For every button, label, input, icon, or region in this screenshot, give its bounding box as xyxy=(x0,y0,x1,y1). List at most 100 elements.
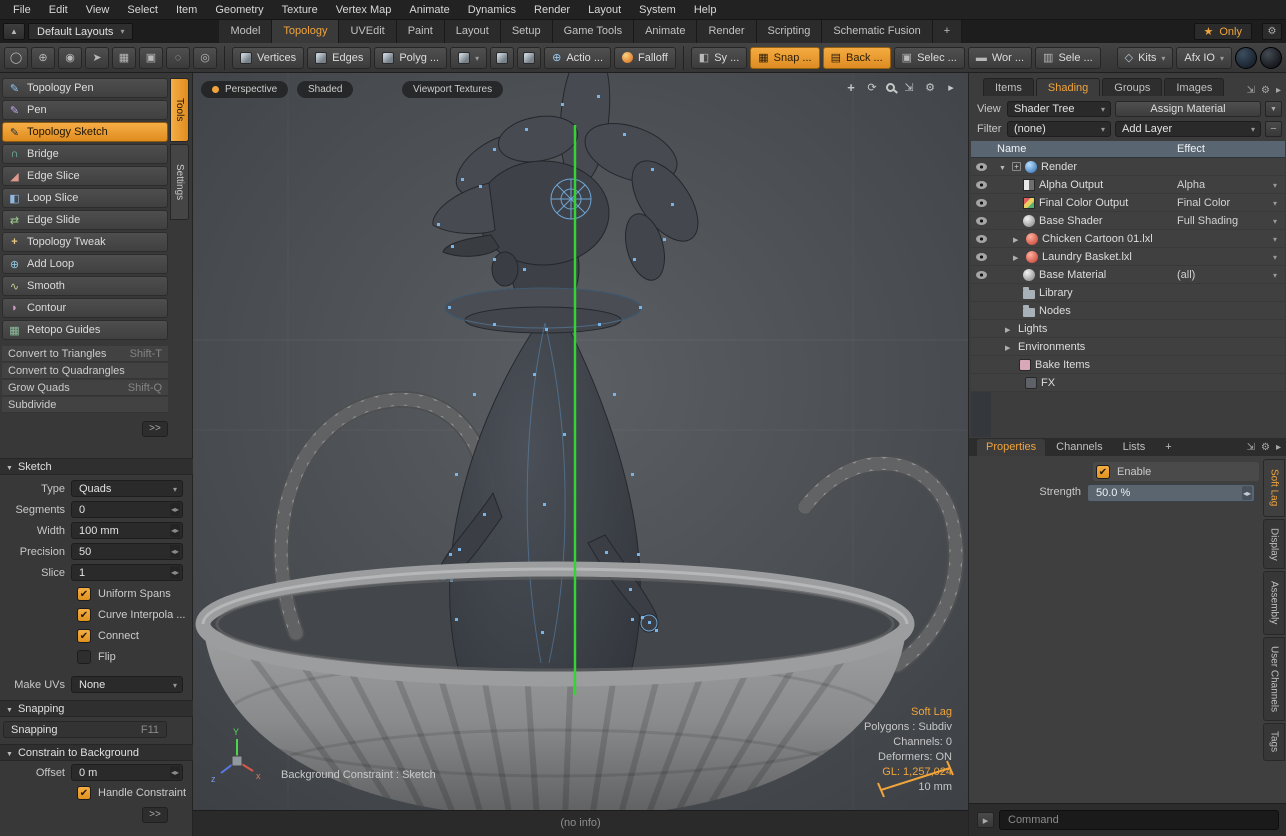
table-row-base-material[interactable]: Base Material (all) xyxy=(971,266,1285,284)
table-row-final-color-output[interactable]: Final Color Output Final Color xyxy=(971,194,1285,212)
selection-sets-button[interactable]: Sele ... xyxy=(1035,47,1101,69)
table-row-lights[interactable]: Lights xyxy=(971,320,1285,338)
panel-gear-icon[interactable] xyxy=(1261,442,1270,453)
vertices-mode-button[interactable]: Vertices xyxy=(232,47,304,69)
tab-add[interactable]: + xyxy=(1156,439,1180,456)
polygons-mode-button[interactable]: Polyg ... xyxy=(374,47,447,69)
menu-layout[interactable]: Layout xyxy=(579,4,630,16)
assign-material-button[interactable]: Assign Material xyxy=(1115,101,1261,117)
tab-schematic-fusion[interactable]: Schematic Fusion xyxy=(822,20,932,43)
pan-icon[interactable] xyxy=(844,80,858,95)
effect-dropdown-icon[interactable] xyxy=(1273,233,1277,245)
slice-stepper[interactable]: 1 xyxy=(71,564,183,581)
afx-io-button[interactable]: Afx IO xyxy=(1176,47,1232,69)
action-center-button[interactable]: Actio ... xyxy=(544,47,611,69)
tab-properties[interactable]: Properties xyxy=(977,439,1045,456)
tab-setup[interactable]: Setup xyxy=(501,20,553,43)
tab-add-layout[interactable]: + xyxy=(933,20,962,43)
tab-paint[interactable]: Paint xyxy=(397,20,445,43)
tool-topology-sketch[interactable]: Topology Sketch xyxy=(2,122,168,142)
viewport-textures-dropdown[interactable]: Viewport Textures xyxy=(402,81,503,98)
snapping-section-header[interactable]: Snapping xyxy=(0,700,193,717)
tab-groups[interactable]: Groups xyxy=(1102,78,1162,96)
viewport-menu-icon[interactable] xyxy=(944,81,958,94)
checkbox-uniform-spans[interactable] xyxy=(77,587,91,601)
type-dropdown[interactable]: Quads xyxy=(71,480,183,497)
tool-edge-slice[interactable]: Edge Slice xyxy=(2,166,168,186)
sketch-more-button[interactable]: >> xyxy=(142,807,168,823)
falloff-button[interactable]: Falloff xyxy=(614,47,676,69)
command-convert-triangles[interactable]: Convert to TrianglesShift-T xyxy=(2,346,168,362)
table-row-alpha-output[interactable]: Alpha Output Alpha xyxy=(971,176,1285,194)
menu-system[interactable]: System xyxy=(630,4,685,16)
item-mode-icon[interactable] xyxy=(490,47,514,69)
menu-edit[interactable]: Edit xyxy=(40,4,77,16)
side-tab-settings[interactable]: Settings xyxy=(170,144,189,220)
menu-render[interactable]: Render xyxy=(525,4,579,16)
only-button[interactable]: Only xyxy=(1194,23,1253,40)
view-dropdown[interactable]: Shader Tree xyxy=(1007,101,1111,117)
paint-select-icon[interactable] xyxy=(58,47,82,69)
tab-layout[interactable]: Layout xyxy=(445,20,501,43)
tab-animate[interactable]: Animate xyxy=(634,20,697,43)
menu-texture[interactable]: Texture xyxy=(273,4,327,16)
make-uvs-dropdown[interactable]: None xyxy=(71,676,183,693)
layout-preset-dropdown[interactable]: Default Layouts xyxy=(28,23,133,40)
lasso-select-icon[interactable] xyxy=(166,47,190,69)
tab-render[interactable]: Render xyxy=(697,20,756,43)
tab-images[interactable]: Images xyxy=(1164,78,1224,96)
center-mode-icon[interactable] xyxy=(517,47,541,69)
tab-uvedit[interactable]: UVEdit xyxy=(339,20,396,43)
filter-dropdown[interactable]: (none) xyxy=(1007,121,1111,137)
side-tab-tags[interactable]: Tags xyxy=(1263,723,1285,761)
viewport-3d[interactable]: Y z x Perspective Shaded Viewport Textur… xyxy=(193,73,968,810)
visibility-cell[interactable] xyxy=(971,230,991,247)
circle-select-icon[interactable] xyxy=(193,47,217,69)
tab-model[interactable]: Model xyxy=(219,20,272,43)
tab-scripting[interactable]: Scripting xyxy=(757,20,823,43)
tool-smooth[interactable]: Smooth xyxy=(2,276,168,296)
background-constraint-button[interactable]: Back ... xyxy=(823,47,891,69)
stepper-arrows-icon[interactable] xyxy=(170,766,180,779)
visibility-cell[interactable] xyxy=(971,176,991,193)
checkbox-curve-interpolation[interactable] xyxy=(77,608,91,622)
menu-select[interactable]: Select xyxy=(118,4,167,16)
snapping-toggle[interactable]: SnappingF11 xyxy=(3,721,167,738)
foundry-logo-icon[interactable] xyxy=(1235,47,1257,69)
tool-contour[interactable]: Contour xyxy=(2,298,168,318)
menu-file[interactable]: File xyxy=(4,4,40,16)
panel-gear-icon[interactable] xyxy=(1261,85,1270,96)
stepper-arrows-icon[interactable] xyxy=(170,503,180,516)
command-grow-quads[interactable]: Grow QuadsShift-Q xyxy=(2,380,168,396)
tool-topology-pen[interactable]: Topology Pen xyxy=(2,78,168,98)
segments-stepper[interactable]: 0 xyxy=(71,501,183,518)
checkbox-enable[interactable] xyxy=(1096,465,1110,479)
panel-maximize-icon[interactable] xyxy=(1247,442,1255,453)
table-row-nodes[interactable]: Nodes xyxy=(971,302,1285,320)
checkbox-flip[interactable] xyxy=(77,650,91,664)
cursor-select-icon[interactable] xyxy=(85,47,109,69)
side-tab-soft-lag[interactable]: Soft Lag xyxy=(1263,459,1285,517)
side-tab-user-channels[interactable]: User Channels xyxy=(1263,637,1285,721)
table-row-chicken-cartoon[interactable]: Chicken Cartoon 01.lxl xyxy=(971,230,1285,248)
zoom-icon[interactable] xyxy=(886,83,895,92)
tool-loop-slice[interactable]: Loop Slice xyxy=(2,188,168,208)
mode-dropdown[interactable] xyxy=(450,47,487,69)
side-tab-display[interactable]: Display xyxy=(1263,519,1285,569)
menu-animate[interactable]: Animate xyxy=(400,4,458,16)
command-subdivide[interactable]: Subdivide xyxy=(2,397,168,413)
tools-more-button[interactable]: >> xyxy=(142,421,168,437)
effect-dropdown-icon[interactable] xyxy=(1273,197,1277,209)
tab-items[interactable]: Items xyxy=(983,78,1034,96)
tool-retopo-guides[interactable]: Retopo Guides xyxy=(2,320,168,340)
stepper-arrows-icon[interactable] xyxy=(170,545,180,558)
effect-dropdown-icon[interactable] xyxy=(1273,269,1277,281)
command-history-icon[interactable] xyxy=(977,812,994,828)
visibility-cell[interactable] xyxy=(971,266,991,283)
visibility-cell[interactable] xyxy=(971,212,991,229)
menu-vertex-map[interactable]: Vertex Map xyxy=(327,4,401,16)
visibility-cell[interactable] xyxy=(971,158,991,175)
precision-stepper[interactable]: 50 xyxy=(71,543,183,560)
snap-button[interactable]: Snap ... xyxy=(750,47,819,69)
expander-icon[interactable] xyxy=(1005,341,1014,353)
